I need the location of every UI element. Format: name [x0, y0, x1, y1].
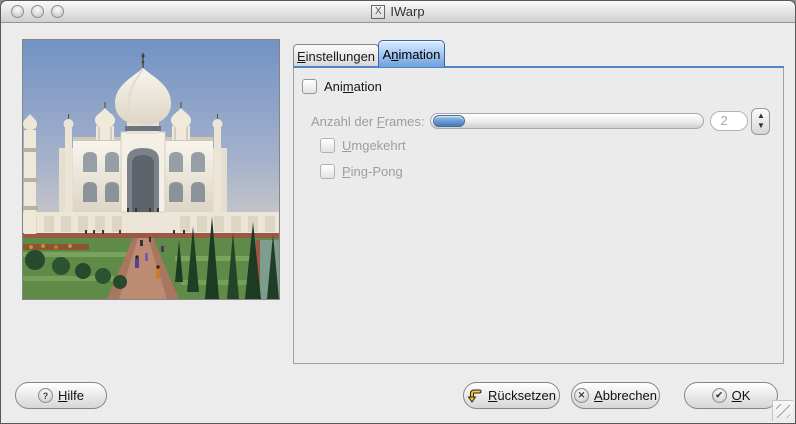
help-button-label: Hilfe	[57, 388, 84, 403]
help-icon: ?	[37, 388, 53, 403]
reset-button[interactable]: Rücksetzen	[463, 382, 560, 409]
frames-value-field[interactable]: 2	[710, 111, 749, 131]
ping-pong-checkbox[interactable]	[320, 164, 335, 179]
cancel-button[interactable]: ✕ Abbrechen	[571, 382, 660, 409]
tab-einstellungen-label: Einstellungen	[296, 48, 376, 64]
spinner-down-icon[interactable]: ▼	[757, 121, 765, 131]
frames-slider[interactable]	[430, 113, 705, 129]
cancel-icon: ✕	[574, 388, 590, 403]
umgekehrt-checkbox[interactable]	[320, 138, 335, 153]
tab-accent-line	[293, 66, 784, 68]
help-button[interactable]: ? Hilfe	[15, 382, 107, 409]
cancel-button-label: Abbrechen	[594, 388, 657, 403]
ping-pong-checkbox-label: Ping-Pong	[342, 164, 403, 179]
frames-spinner[interactable]: ▲ ▼	[751, 107, 771, 135]
animation-checkbox[interactable]	[302, 79, 317, 94]
frames-slider-handle[interactable]	[433, 115, 466, 127]
ok-icon: ✔	[711, 388, 727, 403]
animation-checkbox-label[interactable]: Animation	[324, 79, 382, 94]
taj-mahal-preview-image	[23, 40, 279, 299]
tab-einstellungen[interactable]: Einstellungen	[293, 44, 379, 67]
tab-animation-label: Animation	[382, 46, 441, 62]
tab-animation[interactable]: Animation	[378, 40, 445, 67]
frames-label: Anzahl der Frames:	[311, 113, 425, 129]
title-area: X IWarp	[1, 1, 795, 22]
resize-grip[interactable]	[772, 400, 793, 421]
ok-button-label: OK	[731, 388, 751, 403]
animation-tab-panel: Animation Anzahl der Frames: 2 ▲ ▼ Umgek…	[293, 68, 784, 364]
umgekehrt-checkbox-label: Umgekehrt	[342, 138, 406, 153]
iwarp-dialog: X IWarp Einstellungen Animation Animatio…	[0, 0, 796, 424]
x11-app-icon: X	[371, 4, 386, 19]
revert-icon	[467, 388, 483, 404]
window-title: IWarp	[390, 4, 425, 19]
image-preview[interactable]	[22, 39, 280, 300]
reset-button-label: Rücksetzen	[488, 388, 556, 403]
ok-button[interactable]: ✔ OK	[684, 382, 778, 409]
spinner-up-icon[interactable]: ▲	[757, 111, 765, 121]
titlebar[interactable]: X IWarp	[1, 1, 795, 23]
